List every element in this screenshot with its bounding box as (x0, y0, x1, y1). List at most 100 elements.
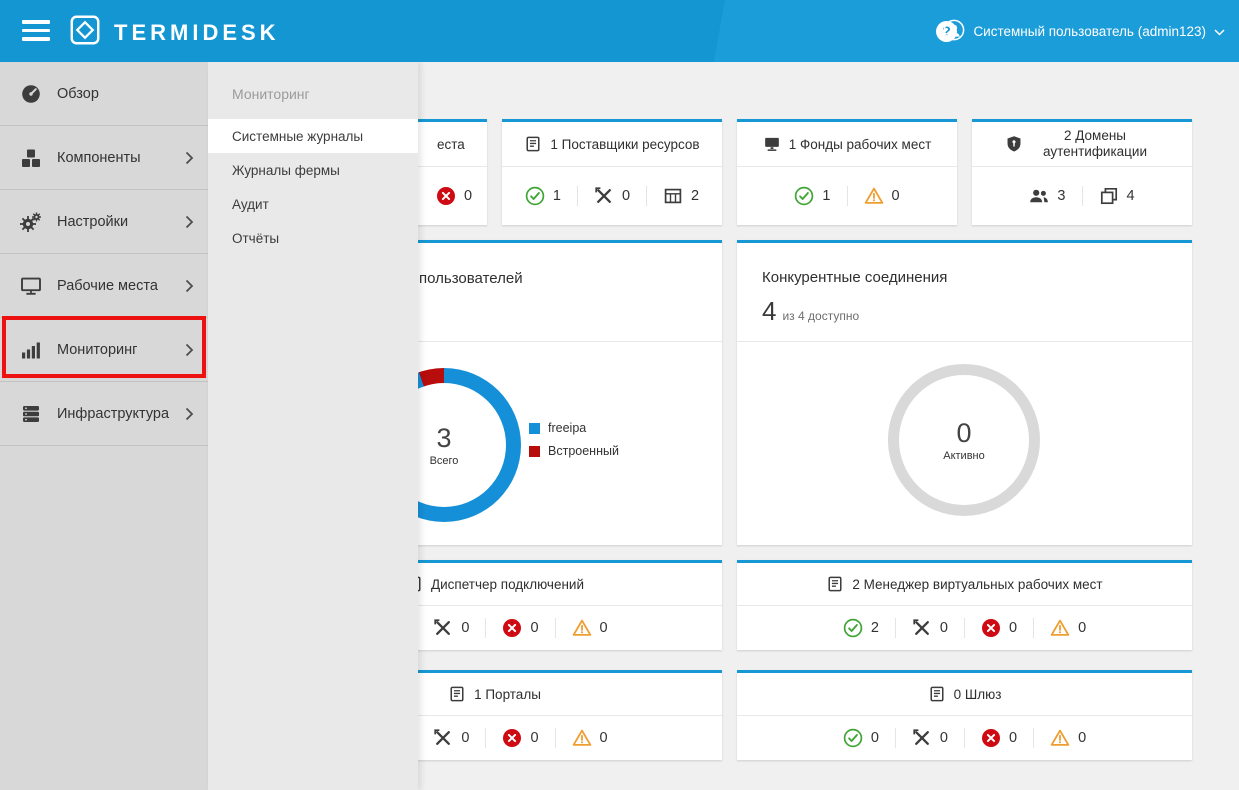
submenu-item-farm-logs[interactable]: Журналы фермы (208, 153, 418, 187)
card-subtitle: 4 из 4 доступно (737, 286, 1192, 327)
stat-value: 0 (464, 188, 472, 204)
monitoring-submenu: Мониторинг Системные журналы Журналы фер… (208, 62, 418, 790)
wrench-icon (594, 186, 614, 206)
users-icon (1029, 186, 1049, 206)
error-circle-icon (981, 618, 1001, 638)
card-workplace-pools[interactable]: 1 Фонды рабочих мест 1 0 (737, 119, 957, 225)
wrench-icon (433, 618, 453, 638)
stat-warning: 0 (1033, 618, 1102, 638)
stat-users: 3 (1013, 186, 1081, 206)
sidebar-item-overview[interactable]: Обзор (0, 62, 208, 126)
stat-value: 0 (530, 620, 538, 636)
gears-icon (20, 211, 42, 233)
stat-error: 0 (420, 186, 488, 206)
submenu-title: Мониторинг (208, 62, 418, 119)
submenu-item-reports[interactable]: Отчёты (208, 221, 418, 255)
error-circle-icon (502, 618, 522, 638)
stat-ok: 0 (827, 728, 895, 748)
frames-icon (1099, 186, 1119, 206)
chevron-right-icon (185, 151, 194, 165)
submenu-item-audit[interactable]: Аудит (208, 187, 418, 221)
card-title-text: 1 Порталы (474, 687, 541, 702)
server-stack-icon (20, 403, 42, 425)
card-concurrent-connections[interactable]: Конкурентные соединения 4из 4 доступно 0… (737, 240, 1192, 545)
stat-value: 0 (1078, 730, 1086, 746)
card-title-text: пользователей (419, 270, 523, 287)
monitor-icon (763, 135, 781, 153)
stat-frames: 4 (1082, 186, 1151, 206)
legend-label: Встроенный (548, 444, 619, 458)
sidebar-item-workplaces[interactable]: Рабочие места (0, 254, 208, 318)
sidebar-item-label: Мониторинг (57, 342, 137, 358)
chevron-right-icon (185, 343, 194, 357)
chevron-right-icon (185, 215, 194, 229)
wrench-icon (433, 728, 453, 748)
sidebar-item-components[interactable]: Компоненты (0, 126, 208, 190)
user-avatar-icon (943, 19, 965, 44)
check-circle-icon (843, 618, 863, 638)
stat-value: 0 (892, 188, 900, 204)
user-menu[interactable]: Системный пользователь (admin123) (943, 0, 1225, 62)
sidebar-item-monitoring[interactable]: Мониторинг (0, 318, 208, 382)
document-icon (826, 575, 844, 593)
card-resource-providers[interactable]: 1 Поставщики ресурсов 1 0 2 (502, 119, 722, 225)
available-label: из 4 доступно (782, 309, 859, 323)
stat-ok: 2 (827, 618, 895, 638)
sidebar-item-label: Обзор (57, 86, 99, 102)
stat-error: 0 (485, 728, 554, 748)
hamburger-menu-icon[interactable] (22, 20, 50, 42)
card-vdi-manager[interactable]: 2 Менеджер виртуальных рабочих мест 2 0 … (737, 560, 1192, 650)
chevron-right-icon (185, 279, 194, 293)
stat-value: 0 (622, 188, 630, 204)
card-title: 2 Домены аутентификации (972, 122, 1192, 167)
card-title: 2 Менеджер виртуальных рабочих мест (737, 563, 1192, 606)
sidebar-item-label: Рабочие места (57, 278, 158, 294)
card-auth-domains[interactable]: 2 Домены аутентификации 3 4 (972, 119, 1192, 225)
stat-value: 0 (940, 620, 948, 636)
stat-value: 0 (461, 620, 469, 636)
stat-warning: 0 (1033, 728, 1102, 748)
monitor-icon (20, 275, 42, 297)
document-icon (928, 685, 946, 703)
stat-value: 2 (691, 188, 699, 204)
card-title-text: Диспетчер подключений (431, 577, 584, 592)
card-title-text: 2 Домены аутентификации (1031, 128, 1159, 160)
legend-item: Встроенный (529, 444, 619, 458)
stat-value: 0 (600, 730, 608, 746)
card-gateway[interactable]: 0 Шлюз 0 0 0 0 (737, 670, 1192, 760)
stat-value: 0 (871, 730, 879, 746)
sidebar-item-label: Настройки (57, 214, 128, 230)
warning-triangle-icon (572, 618, 592, 638)
warning-triangle-icon (1050, 618, 1070, 638)
stat-value: 0 (1009, 730, 1017, 746)
warning-triangle-icon (1050, 728, 1070, 748)
stat-maintenance: 0 (895, 618, 964, 638)
available-count: 4 (762, 296, 776, 326)
stat-value: 0 (600, 620, 608, 636)
sidebar: Обзор Компоненты Настройки Рабочие места… (0, 62, 209, 790)
card-title-text: 1 Фонды рабочих мест (789, 137, 932, 152)
divider (737, 341, 1192, 342)
stat-maintenance: 0 (417, 728, 485, 748)
shield-icon (1005, 135, 1023, 153)
card-stats: 0 0 0 0 (737, 716, 1192, 760)
stat-value: 0 (461, 730, 469, 746)
bar-chart-icon (20, 339, 42, 361)
stat-error: 0 (485, 618, 554, 638)
donut-value-label: Активно (943, 450, 985, 462)
sidebar-item-settings[interactable]: Настройки (0, 190, 208, 254)
wrench-icon (912, 618, 932, 638)
card-title: 1 Фонды рабочих мест (737, 122, 957, 167)
app-logo: TERMIDESK (68, 13, 280, 52)
card-title-text: Конкурентные соединения (737, 243, 1192, 286)
sidebar-item-label: Компоненты (57, 150, 141, 166)
sidebar-item-infrastructure[interactable]: Инфраструктура (0, 382, 208, 446)
card-title-text: 2 Менеджер виртуальных рабочих мест (852, 577, 1102, 592)
top-bar: TERMIDESK ? Системный пользователь (admi… (0, 0, 1239, 62)
stat-table: 2 (646, 186, 715, 206)
submenu-item-system-logs[interactable]: Системные журналы (208, 119, 418, 153)
sidebar-item-label: Инфраструктура (57, 406, 169, 422)
card-stats: 2 0 0 0 (737, 606, 1192, 650)
error-circle-icon (981, 728, 1001, 748)
check-circle-icon (794, 186, 814, 206)
